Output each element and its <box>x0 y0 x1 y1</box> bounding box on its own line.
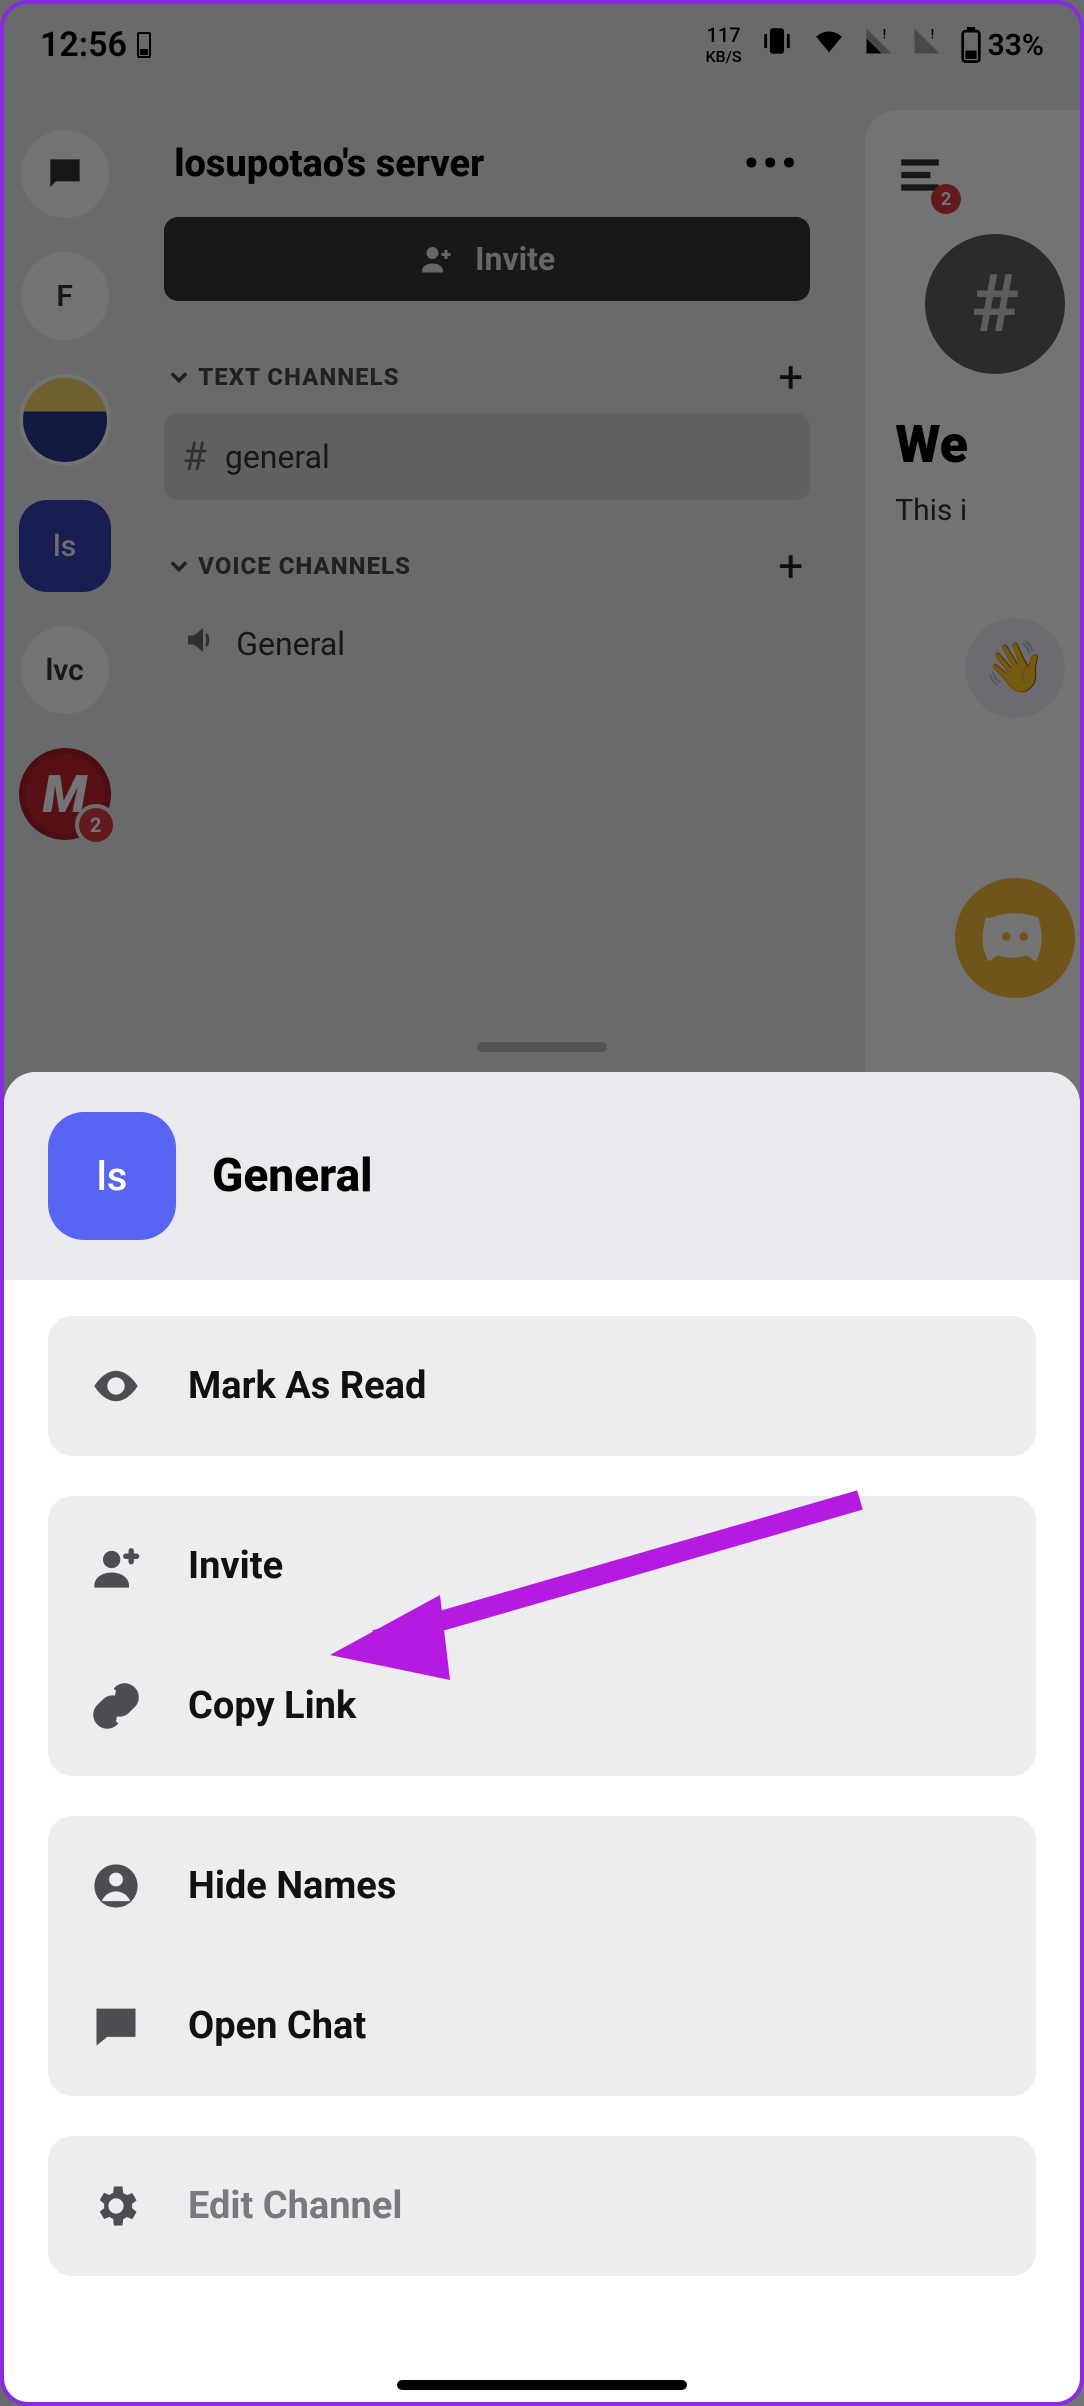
sheet-title: General <box>212 1149 373 1203</box>
sheet-header: ls General <box>4 1072 1080 1280</box>
speaker-icon <box>182 622 218 666</box>
channel-label: General <box>236 625 345 663</box>
server-title[interactable]: losupotao's server <box>174 142 484 186</box>
action-label: Hide Names <box>188 1864 396 1908</box>
chevron-down-icon <box>170 368 188 386</box>
wave-emoji-card[interactable]: 👋 <box>965 618 1065 718</box>
signal-1-icon: ! <box>864 26 894 64</box>
gear-icon <box>88 2180 144 2232</box>
action-label: Open Chat <box>188 2004 366 2048</box>
battery-mini-icon <box>137 32 151 58</box>
discord-logo-card[interactable] <box>955 878 1075 998</box>
action-group-2: Invite Copy Link <box>48 1496 1036 1776</box>
chevron-down-icon <box>170 557 188 575</box>
server-m[interactable]: M <box>19 748 111 840</box>
mark-as-read-button[interactable]: Mark As Read <box>48 1316 1036 1456</box>
channel-context-sheet: ls General Mark As Read Invite <box>4 1072 1080 2402</box>
clock: 12:56 <box>40 25 127 65</box>
hash-icon: # <box>182 433 207 480</box>
direct-messages-button[interactable] <box>21 130 109 218</box>
chat-filled-icon <box>88 2000 144 2052</box>
svg-text:!: ! <box>882 28 885 43</box>
channel-hash-avatar: # <box>925 234 1065 374</box>
server-avatar: ls <box>48 1112 176 1240</box>
user-circle-icon <box>88 1860 144 1912</box>
link-icon <box>88 1680 144 1732</box>
server-cheese[interactable] <box>19 374 111 466</box>
server-f[interactable]: F <box>21 252 109 340</box>
wifi-icon <box>812 24 846 66</box>
add-text-channel-button[interactable]: + <box>778 351 804 403</box>
open-chat-button[interactable]: Open Chat <box>48 1956 1036 2096</box>
copy-link-button[interactable]: Copy Link <box>48 1636 1036 1776</box>
eye-icon <box>88 1360 144 1412</box>
sheet-grab-handle[interactable] <box>477 1042 607 1052</box>
action-group-1: Mark As Read <box>48 1316 1036 1456</box>
channel-label: general <box>225 438 330 476</box>
action-label: Mark As Read <box>188 1364 426 1408</box>
server-invite-button[interactable]: Invite <box>164 217 810 301</box>
action-label: Copy Link <box>188 1684 356 1728</box>
text-channels-header[interactable]: TEXT CHANNELS + <box>164 341 810 413</box>
status-bar: 12:56 117 KB/S ! ! 33% <box>0 0 1084 90</box>
welcome-subtitle: This i <box>895 493 1084 528</box>
action-label: Invite <box>188 1544 283 1588</box>
invite-button[interactable]: Invite <box>48 1496 1036 1636</box>
battery-icon: 33% <box>960 27 1044 63</box>
signal-2-icon: ! <box>912 26 942 64</box>
server-more-icon[interactable]: ••• <box>744 140 800 187</box>
add-voice-channel-button[interactable]: + <box>778 540 804 592</box>
action-group-4: Edit Channel <box>48 2136 1036 2276</box>
vibrate-icon <box>760 24 794 66</box>
network-speed: 117 KB/S <box>705 25 741 65</box>
home-indicator[interactable] <box>397 2380 687 2390</box>
voice-channels-header[interactable]: VOICE CHANNELS + <box>164 530 810 602</box>
server-ls-selected[interactable]: ls <box>19 500 111 592</box>
hide-names-button[interactable]: Hide Names <box>48 1816 1036 1956</box>
hamburger-menu-icon[interactable] <box>895 150 945 204</box>
welcome-heading: We <box>895 414 1084 475</box>
action-group-3: Hide Names Open Chat <box>48 1816 1036 2096</box>
svg-text:!: ! <box>930 28 933 43</box>
action-label: Edit Channel <box>188 2184 402 2228</box>
server-lvc[interactable]: lvc <box>21 626 109 714</box>
person-add-icon <box>88 1540 144 1592</box>
channel-general-voice[interactable]: General <box>164 602 810 686</box>
edit-channel-button[interactable]: Edit Channel <box>48 2136 1036 2276</box>
server-invite-label: Invite <box>475 240 555 278</box>
channel-general-text[interactable]: # general <box>164 413 810 500</box>
